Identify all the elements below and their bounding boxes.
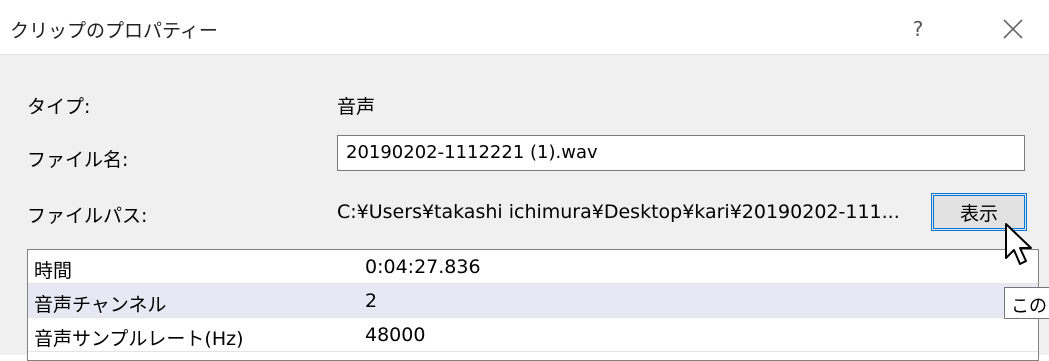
title-bar: クリップのプロパティー ? — [0, 0, 1049, 55]
dialog-title: クリップのプロパティー — [10, 20, 218, 42]
property-value: 0:04:27.836 — [365, 256, 481, 278]
filepath-label: ファイルパス: — [27, 205, 148, 227]
mouse-cursor-icon — [1005, 223, 1032, 265]
property-name: 時間 — [34, 260, 73, 282]
tooltip: この — [1004, 287, 1049, 319]
property-name: 音声サンプルレート(Hz) — [34, 328, 244, 350]
properties-table[interactable]: 時間 0:04:27.836 音声チャンネル 2 音声サンプルレート(Hz) 4… — [27, 249, 1039, 361]
filename-field[interactable]: 20190202-1112221 (1).wav — [337, 135, 1025, 171]
type-label: タイプ: — [27, 96, 91, 118]
help-icon: ? — [912, 17, 924, 41]
property-value: 48000 — [365, 324, 426, 346]
property-value: 2 — [365, 290, 378, 312]
type-value: 音声 — [337, 96, 376, 118]
table-row[interactable]: 時間 0:04:27.836 — [28, 250, 1038, 284]
help-button[interactable]: ? — [893, 9, 943, 49]
close-icon — [1003, 19, 1023, 39]
table-row[interactable]: 音声チャンネル 2 — [28, 284, 1038, 318]
table-row[interactable]: 音声サンプルレート(Hz) 48000 — [28, 318, 1038, 352]
filename-label: ファイル名: — [27, 149, 129, 171]
filepath-value: C:¥Users¥takashi ichimura¥Desktop¥kari¥2… — [337, 201, 900, 223]
property-name: 音声チャンネル — [34, 294, 167, 316]
close-button[interactable] — [985, 9, 1041, 49]
